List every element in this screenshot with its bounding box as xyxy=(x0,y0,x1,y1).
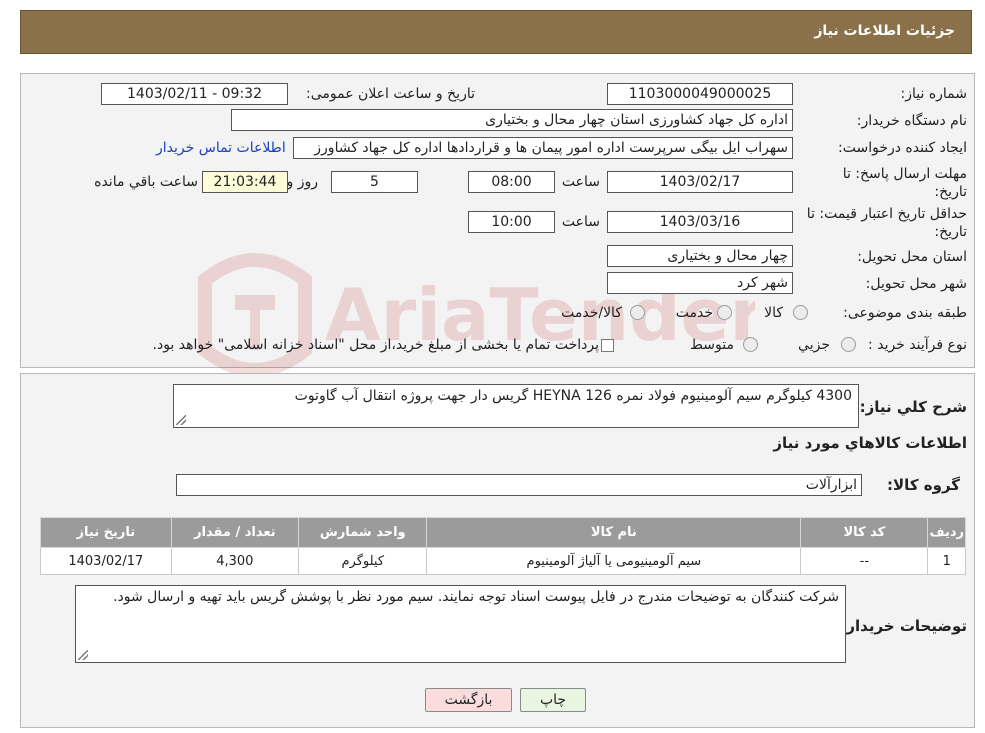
treasury-note: پرداخت تمام یا بخشی از مبلغ خرید،از محل … xyxy=(152,337,599,353)
back-button[interactable]: بازگشت xyxy=(425,688,512,712)
deadline-date-field: 1403/02/17 xyxy=(607,171,793,193)
category-option-service: خدمت xyxy=(675,305,713,321)
cell-goods-name: سیم آلومینیومی یا آلیاژ آلومینیوم xyxy=(426,547,802,575)
validity-label-date: تاریخ: xyxy=(934,224,967,240)
table-row: 1 -- سیم آلومینیومی یا آلیاژ آلومینیوم ک… xyxy=(40,547,966,575)
category-label: طبقه بندی موضوعی: xyxy=(843,305,967,321)
category-option-goods-service: کالا/خدمت xyxy=(561,305,622,321)
buyer-notes-text: شرکت کنندگان به توضیحات مندرج در فایل پی… xyxy=(113,589,839,605)
province-field: چهار محال و بختیاری xyxy=(607,245,793,267)
province-label: استان محل تحویل: xyxy=(857,249,967,265)
category-option-goods: کالا xyxy=(764,305,783,321)
validity-time-field: 10:00 xyxy=(468,211,555,233)
resize-grip-icon[interactable] xyxy=(78,650,88,660)
process-radio-minor[interactable] xyxy=(841,337,856,352)
need-number-field: 1103000049000025 xyxy=(607,83,793,105)
goods-info-heading: اطلاعات کالاهاي مورد نياز xyxy=(773,434,967,452)
validity-label: حداقل تاریخ اعتبار قیمت: تا xyxy=(806,206,967,222)
cell-row-number: 1 xyxy=(927,547,966,575)
category-radio-service[interactable] xyxy=(717,305,732,320)
page-header: جزئیات اطلاعات نیاز xyxy=(20,10,972,54)
buyer-label: نام دستگاه خریدار: xyxy=(856,113,967,129)
treasury-checkbox[interactable] xyxy=(601,339,614,352)
announce-datetime-field: 1403/02/11 - 09:32 xyxy=(101,83,288,105)
validity-time-word: ساعت xyxy=(561,214,600,230)
announce-label: تاریخ و ساعت اعلان عمومی: xyxy=(306,86,475,102)
remaining-word: ساعت باقي مانده xyxy=(94,174,198,190)
group-field: ابزارآلات xyxy=(176,474,862,496)
process-option-medium: متوسط xyxy=(690,337,734,353)
summary-label: شرح کلي نياز: xyxy=(859,398,967,416)
group-label: گروه کالا: xyxy=(887,476,960,494)
cell-goods-code: -- xyxy=(800,547,929,575)
remaining-time-field: 21:03:44 xyxy=(202,171,288,193)
summary-text: 4300 کیلوگرم سیم آلومینیوم فولاد نمره HE… xyxy=(294,388,852,404)
page-title: جزئیات اطلاعات نیاز xyxy=(814,23,955,39)
buyer-notes-label: توضیحات خریدار: xyxy=(840,617,967,635)
process-label: نوع فرآیند خرید : xyxy=(868,337,967,353)
need-number-label: شماره نیاز: xyxy=(900,86,968,102)
resize-grip-icon[interactable] xyxy=(176,415,186,425)
deadline-label-date: تاریخ: xyxy=(934,184,967,200)
col-header-unit: واحد شمارش xyxy=(298,517,428,548)
deadline-time-field: 08:00 xyxy=(468,171,555,193)
validity-date-field: 1403/03/16 xyxy=(607,211,793,233)
remaining-days-field: 5 xyxy=(331,171,418,193)
goods-table-header: ردیف کد کالا نام کالا واحد شمارش تعداد /… xyxy=(40,517,966,548)
goods-table: ردیف کد کالا نام کالا واحد شمارش تعداد /… xyxy=(40,517,966,575)
buyer-contact-link[interactable]: اطلاعات تماس خریدار xyxy=(156,140,286,156)
category-radio-goods[interactable] xyxy=(793,305,808,320)
deadline-time-word: ساعت xyxy=(561,174,600,190)
buyer-notes-textarea: شرکت کنندگان به توضیحات مندرج در فایل پی… xyxy=(75,585,846,663)
category-radio-goods-service[interactable] xyxy=(630,305,645,320)
city-field: شهر کرد xyxy=(607,272,793,294)
col-header-need-date: تاریخ نیاز xyxy=(40,517,172,548)
creator-field: سهراب ایل بیگی سرپرست اداره امور پیمان ه… xyxy=(293,137,793,159)
process-option-minor: جزیي xyxy=(798,337,830,353)
col-header-goods-code: کد کالا xyxy=(800,517,929,548)
days-word: روز و xyxy=(286,174,319,190)
process-radio-medium[interactable] xyxy=(743,337,758,352)
creator-label: ایجاد کننده درخواست: xyxy=(838,140,967,156)
buyer-field: اداره کل جهاد کشاورزی استان چهار محال و … xyxy=(231,109,793,131)
summary-textarea: 4300 کیلوگرم سیم آلومینیوم فولاد نمره HE… xyxy=(173,384,859,428)
cell-need-date: 1403/02/17 xyxy=(40,547,172,575)
col-header-quantity: تعداد / مقدار xyxy=(170,517,300,548)
city-label: شهر محل تحویل: xyxy=(865,276,967,292)
deadline-label: مهلت ارسال پاسخ: تا xyxy=(842,166,967,182)
cell-unit: کیلوگرم xyxy=(298,547,428,575)
print-button[interactable]: چاپ xyxy=(520,688,586,712)
col-header-goods-name: نام کالا xyxy=(426,517,802,548)
col-header-row-number: ردیف xyxy=(927,517,966,548)
cell-quantity: 4,300 xyxy=(170,547,300,575)
